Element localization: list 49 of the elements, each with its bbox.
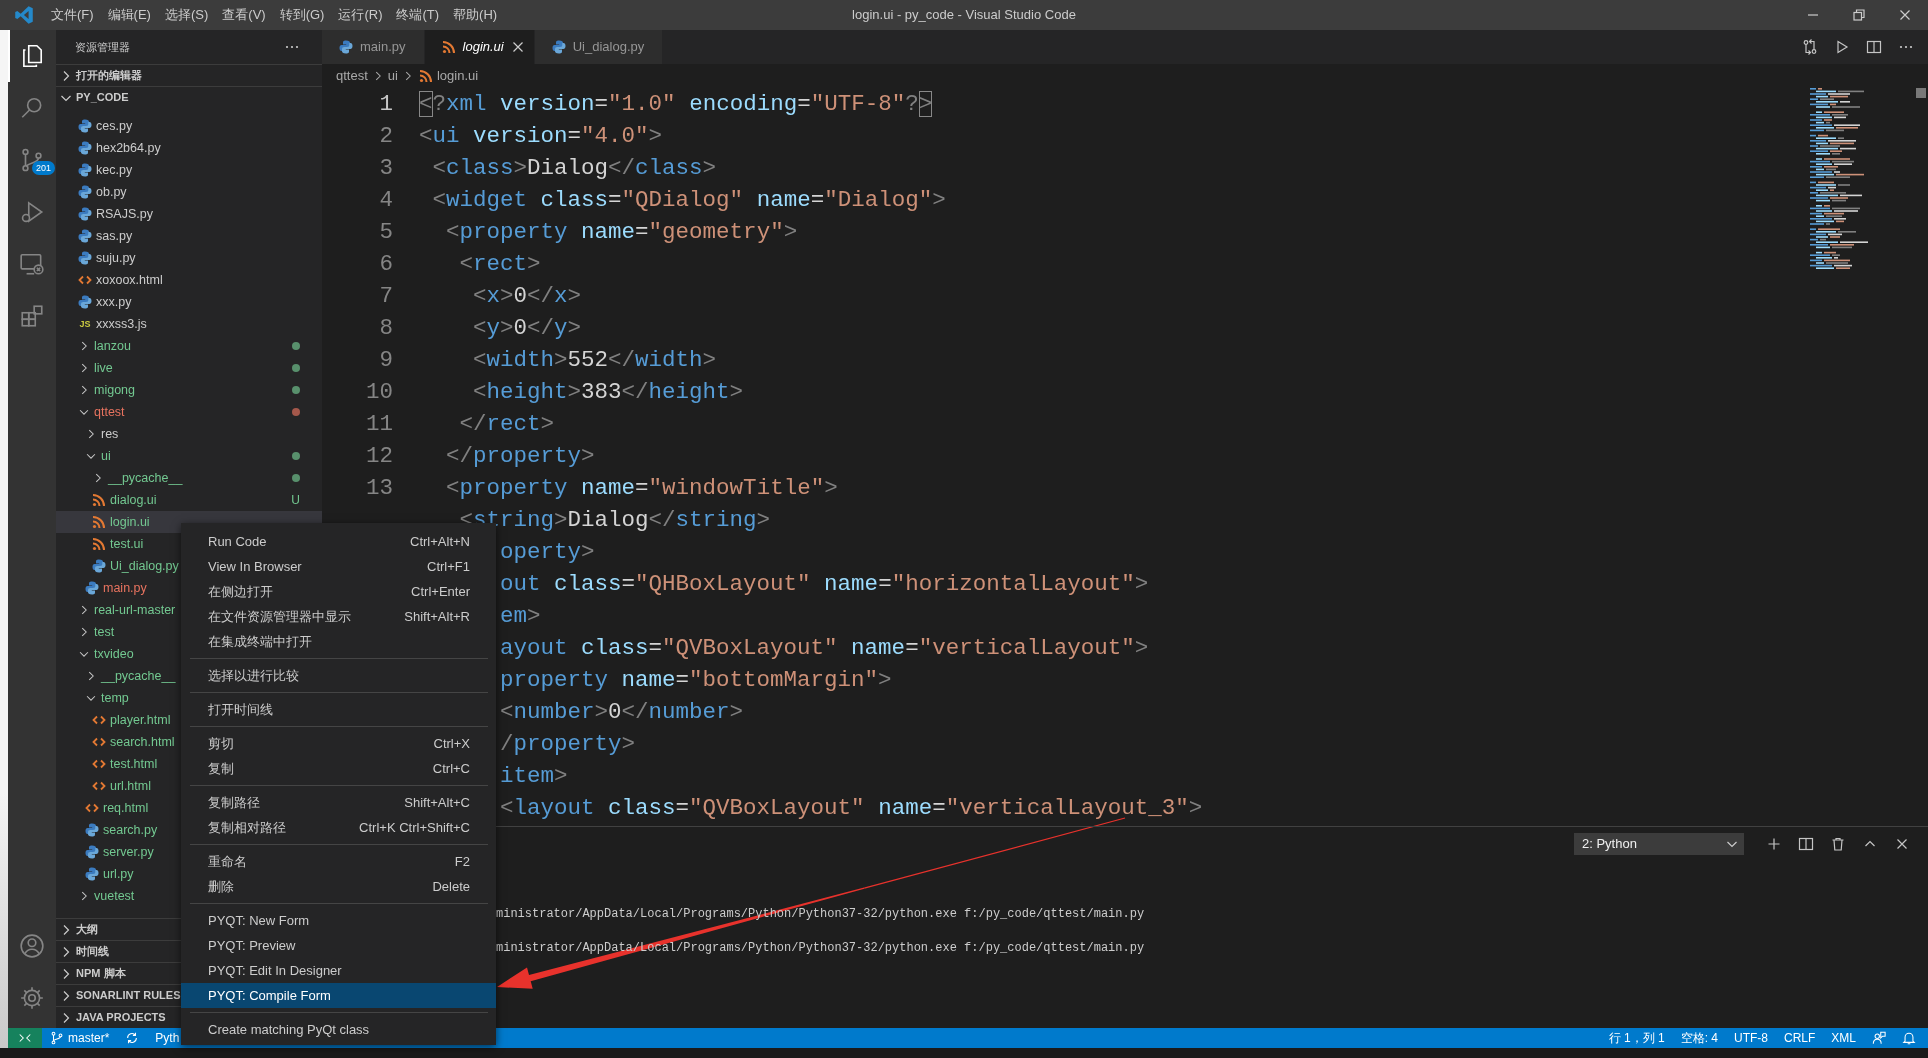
- line-number: 3: [379, 155, 393, 181]
- code-line: /property>: [500, 730, 636, 759]
- code-line: <property name="geometry">: [445, 218, 798, 247]
- code-line: <height>383</height>: [472, 378, 744, 407]
- code-line: ayout class="QVBoxLayout" name="verticalLayout">: [500, 634, 1149, 663]
- code-line: </rect>: [458, 410, 555, 439]
- code-line: <property name="windowTitle">: [445, 474, 838, 503]
- line-number: 7: [379, 283, 393, 309]
- js-file-icon: JS: [77, 316, 93, 332]
- line-number: 8: [379, 315, 393, 341]
- code-line: <class>Dialog</class>: [431, 154, 717, 183]
- keyboard-shortcut: Delete: [432, 877, 470, 896]
- keyboard-shortcut: Ctrl+F1: [427, 557, 470, 576]
- keyboard-shortcut: Ctrl+K Ctrl+Shift+C: [359, 818, 470, 837]
- sidebar-title: 资源管理器: [75, 39, 130, 55]
- code-line: <widget class="QDialog" name="Dialog">: [431, 186, 946, 215]
- line-number: 13: [366, 475, 393, 501]
- code-line: <width>552</width>: [472, 346, 717, 375]
- line-number: 12: [366, 443, 393, 469]
- code-line: operty>: [500, 538, 595, 567]
- keyboard-shortcut: Ctrl+C: [432, 759, 470, 778]
- keyboard-shortcut: Ctrl+Alt+N: [410, 532, 470, 551]
- line-number: 11: [366, 411, 393, 437]
- keyboard-shortcut: Shift+Alt+C: [404, 793, 470, 812]
- code-line: <ui version="4.0">: [419, 122, 663, 151]
- line-number: 6: [379, 251, 393, 277]
- count-badge: 201: [32, 161, 56, 175]
- keyboard-shortcut: Shift+Alt+R: [404, 607, 470, 626]
- line-number: 1: [379, 91, 393, 117]
- line-number: 10: [366, 379, 393, 405]
- code-line: em>: [500, 602, 541, 631]
- code-line: property name="bottomMargin">: [500, 666, 892, 695]
- code-line: <rect>: [458, 250, 541, 279]
- code-line: <layout class="QVBoxLayout" name="verticalLayout_3">: [500, 794, 1203, 823]
- code-line: </property>: [445, 442, 595, 471]
- keyboard-shortcut: F2: [454, 852, 470, 871]
- line-number: 9: [379, 347, 393, 373]
- line-number: 4: [379, 187, 393, 213]
- keyboard-shortcut: Ctrl+X: [433, 734, 470, 753]
- code-line: <number>0</number>: [500, 698, 744, 727]
- code-line: <x>0</x>: [472, 282, 582, 311]
- line-number: 5: [379, 219, 393, 245]
- code-line: out class="QHBoxLayout" name="horizontalLayout">: [500, 570, 1149, 599]
- window-title: login.ui - py_code - Visual Studio Code: [852, 6, 1076, 25]
- code-line: <y>0</y>: [472, 314, 582, 343]
- keyboard-shortcut: Ctrl+Enter: [411, 582, 470, 601]
- line-number: 2: [379, 123, 393, 149]
- code-line: item>: [500, 762, 568, 791]
- status-letter: U: [291, 492, 300, 509]
